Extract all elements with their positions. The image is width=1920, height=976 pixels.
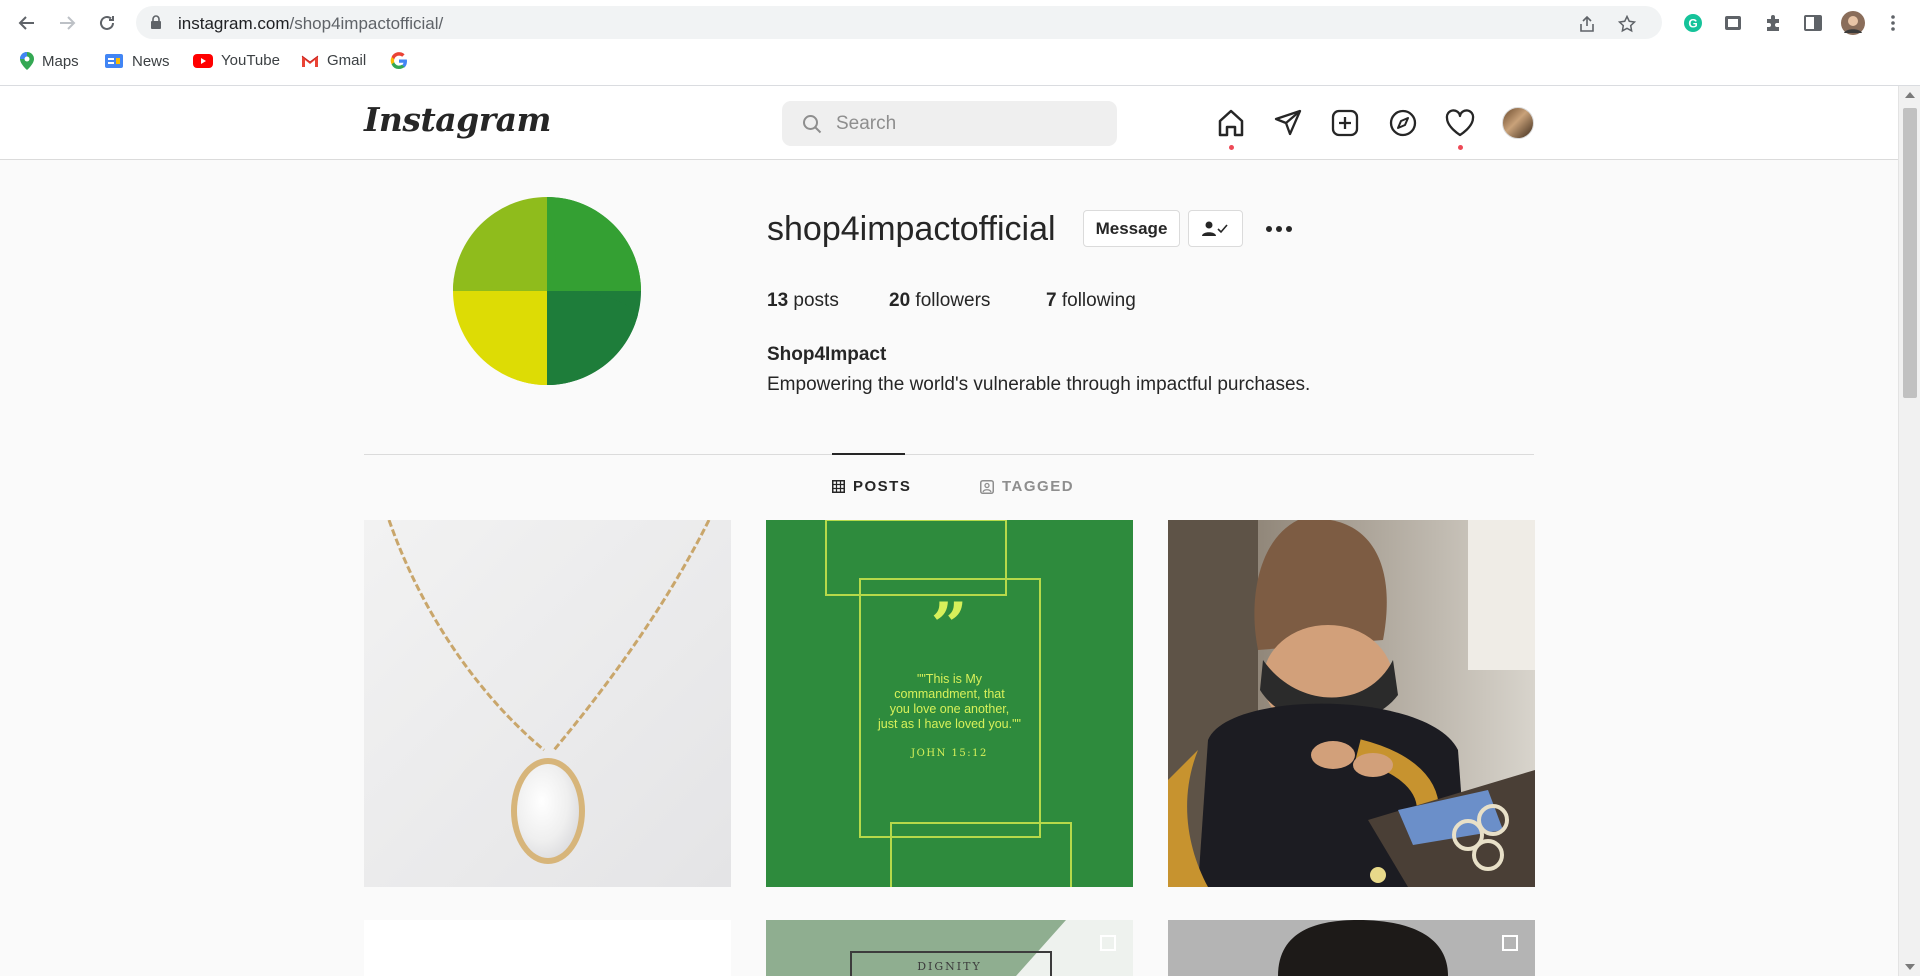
- instagram-logo[interactable]: Instagram: [364, 100, 551, 139]
- direct-messages-icon: [1274, 109, 1302, 136]
- svg-text:G: G: [1688, 17, 1697, 31]
- new-post-icon: [1331, 109, 1359, 137]
- instagram-header: Instagram: [0, 86, 1898, 160]
- post-thumbnail[interactable]: ” ""This is My commandment, that you lov…: [766, 520, 1133, 887]
- scroll-down-arrow[interactable]: [1905, 964, 1915, 970]
- home-icon: [1218, 109, 1244, 137]
- scroll-up-arrow[interactable]: [1905, 92, 1915, 98]
- active-tab-indicator: [832, 453, 905, 455]
- address-bar[interactable]: instagram.com/shop4impactofficial/: [136, 6, 1662, 39]
- gmail-icon: [301, 55, 319, 67]
- menu-kebab-icon[interactable]: [1878, 8, 1908, 38]
- scroll-thumb[interactable]: [1903, 108, 1917, 398]
- new-post-button[interactable]: [1327, 105, 1363, 141]
- activity-heart-icon: [1445, 109, 1475, 137]
- more-dot: [1266, 226, 1272, 232]
- quote-line: ""This is My: [916, 672, 983, 686]
- tagged-icon: [980, 479, 994, 494]
- more-dot: [1286, 226, 1292, 232]
- reload-button[interactable]: [92, 8, 122, 38]
- search-input[interactable]: [836, 101, 1106, 146]
- post-thumbnail[interactable]: [1168, 920, 1535, 976]
- bookmark-gmail[interactable]: Gmail: [301, 52, 366, 69]
- home-button[interactable]: [1213, 105, 1249, 150]
- post-thumbnail[interactable]: [364, 520, 731, 887]
- post-thumbnail[interactable]: [364, 920, 731, 976]
- bookmark-star-icon[interactable]: [1618, 15, 1636, 33]
- tab-tagged[interactable]: TAGGED: [980, 478, 1074, 495]
- direct-messages-button[interactable]: [1270, 105, 1306, 141]
- reload-icon: [100, 15, 114, 30]
- browser-chrome: instagram.com/shop4impactofficial/ G Map…: [0, 0, 1920, 86]
- share-icon[interactable]: [1578, 15, 1596, 33]
- arrow-left-icon: [18, 16, 34, 30]
- explore-button[interactable]: [1385, 105, 1421, 141]
- google-news-icon: [105, 54, 123, 68]
- extension-icon[interactable]: [1718, 8, 1748, 38]
- maps-pin-icon: [20, 52, 34, 70]
- message-button[interactable]: Message: [1083, 210, 1180, 247]
- bookmark-google[interactable]: [390, 52, 416, 70]
- search-box[interactable]: [782, 101, 1117, 146]
- post-caption-dignity: DIGNITY: [917, 960, 982, 973]
- following-toggle-button[interactable]: [1188, 210, 1243, 247]
- profile-avatar[interactable]: [1502, 107, 1534, 139]
- tab-posts[interactable]: POSTS: [832, 478, 911, 495]
- google-icon: [390, 52, 407, 70]
- bookmarks-bar: Maps News YouTube Gmail: [0, 48, 1920, 78]
- page-scrollbar[interactable]: [1898, 86, 1920, 976]
- profile-full-name: Shop4Impact: [767, 344, 887, 365]
- followers-link[interactable]: 20 followers: [889, 290, 990, 312]
- activity-notification-dot: [1458, 145, 1463, 150]
- tabs-divider: [364, 454, 1534, 455]
- activity-button[interactable]: [1442, 105, 1478, 150]
- posts-count: 13 posts: [767, 290, 839, 311]
- grid-icon: [832, 480, 845, 493]
- youtube-icon: [193, 53, 213, 68]
- person-check-icon: [1201, 221, 1228, 236]
- home-notification-dot: [1229, 145, 1234, 150]
- browser-profile-avatar[interactable]: [1838, 8, 1868, 38]
- bookmark-youtube[interactable]: YouTube: [193, 52, 280, 69]
- bookmark-maps[interactable]: Maps: [20, 52, 79, 70]
- explore-icon: [1389, 109, 1417, 137]
- post-thumbnail[interactable]: [1168, 520, 1535, 887]
- quote-line: you love one another,: [889, 702, 1010, 716]
- bookmark-news[interactable]: News: [104, 52, 170, 70]
- post-thumbnail[interactable]: DIGNITY: [766, 920, 1133, 976]
- svg-text:”: ”: [931, 589, 968, 664]
- profile-bio: Empowering the world's vulnerable throug…: [767, 374, 1311, 395]
- url-text: instagram.com/shop4impactofficial/: [178, 14, 444, 33]
- more-dot: [1276, 226, 1282, 232]
- more-options-button[interactable]: [1262, 218, 1296, 240]
- side-panel-icon[interactable]: [1798, 8, 1828, 38]
- following-link[interactable]: 7 following: [1046, 290, 1136, 312]
- profile-picture[interactable]: [453, 197, 641, 385]
- back-button[interactable]: [12, 8, 42, 38]
- arrow-right-icon: [60, 16, 76, 30]
- puzzle-extensions-icon[interactable]: [1758, 8, 1788, 38]
- search-icon: [803, 115, 822, 134]
- forward-button[interactable]: [52, 8, 82, 38]
- quote-line: just as I have loved you."": [878, 717, 1021, 731]
- grammarly-extension-icon[interactable]: G: [1678, 8, 1708, 38]
- profile-username: shop4impactofficial: [767, 210, 1056, 248]
- lock-icon: [151, 15, 161, 29]
- quote-line: commandment, that: [894, 687, 1005, 701]
- quote-reference: JOHN 15:12: [911, 748, 988, 759]
